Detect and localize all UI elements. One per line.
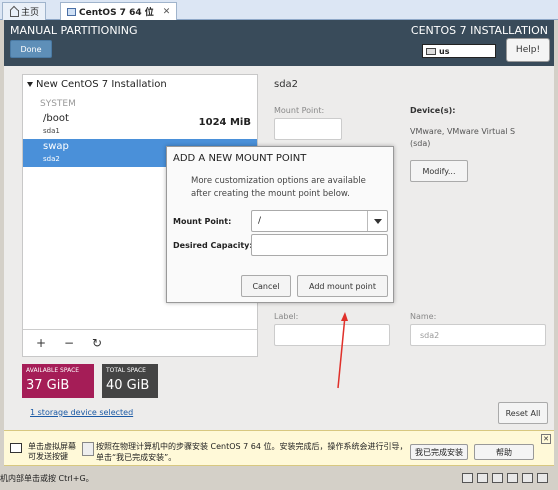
system-section-label: SYSTEM bbox=[40, 99, 76, 109]
done-install-button[interactable]: 我已完成安装 bbox=[410, 444, 468, 460]
page-title: MANUAL PARTITIONING bbox=[10, 24, 138, 37]
devices-text-line-2: (sda) bbox=[410, 139, 431, 148]
home-icon bbox=[9, 7, 19, 17]
close-tab-icon[interactable]: ✕ bbox=[163, 7, 171, 17]
add-mount-point-dialog: ADD A NEW MOUNT POINT More customization… bbox=[166, 146, 394, 303]
hint-left-line-2: 可发送按键 bbox=[28, 452, 68, 461]
mount-point-value: / bbox=[258, 216, 262, 226]
dialog-description: More customization options are available… bbox=[191, 175, 391, 201]
partition-device: sda1 bbox=[43, 127, 60, 135]
mount-point-label: Mount Point: bbox=[274, 106, 325, 115]
add-mount-point-button[interactable]: Add mount point bbox=[297, 275, 388, 297]
dialog-description-line-2: after creating the mount point below. bbox=[191, 189, 350, 199]
cancel-button[interactable]: Cancel bbox=[241, 275, 291, 297]
chevron-down-icon bbox=[373, 218, 382, 224]
add-partition-button[interactable]: + bbox=[29, 333, 53, 353]
vmware-hint-bar: 单击虚拟屏幕 可发送按键 按照在物理计算机中的步骤安装 CentOS 7 64 … bbox=[4, 430, 554, 466]
tab-home[interactable]: 主页 bbox=[2, 2, 47, 20]
selected-partition-title: sda2 bbox=[274, 79, 299, 90]
total-space-value: 40 GiB bbox=[106, 378, 150, 393]
desired-capacity-input[interactable] bbox=[251, 234, 388, 256]
storage-devices-link[interactable]: 1 storage device selected bbox=[30, 408, 133, 417]
help-button[interactable]: Help! bbox=[506, 38, 550, 62]
cd-drive-icon[interactable] bbox=[477, 473, 488, 483]
label-label: Label: bbox=[274, 312, 299, 321]
vm-icon bbox=[67, 7, 76, 16]
partition-row-boot[interactable]: /boot sda1 1024 MiB bbox=[23, 111, 257, 139]
keyboard-layout-indicator[interactable]: us bbox=[422, 44, 496, 58]
hint-left-line-1: 单击虚拟屏幕 bbox=[28, 442, 76, 451]
annotation-arrow bbox=[337, 312, 348, 389]
partition-mount: swap bbox=[43, 141, 69, 152]
display-icon[interactable] bbox=[537, 473, 548, 483]
vm-tab-strip: 主页 CentOS 7 64 位 ✕ bbox=[0, 0, 558, 20]
total-space-label: TOTAL SPACE bbox=[106, 367, 146, 374]
guest-screen[interactable]: MANUAL PARTITIONING Done CENTOS 7 INSTAL… bbox=[4, 20, 554, 430]
hint-left-text: 单击虚拟屏幕 可发送按键 bbox=[28, 442, 76, 462]
installer-header: MANUAL PARTITIONING Done CENTOS 7 INSTAL… bbox=[4, 20, 554, 66]
expand-triangle-icon bbox=[27, 82, 33, 87]
done-button[interactable]: Done bbox=[10, 40, 52, 58]
status-bar: 机内部单击或按 Ctrl+G。 bbox=[0, 467, 558, 490]
devices-text: VMware, VMware Virtual S (sda) bbox=[410, 126, 515, 150]
keyboard-icon bbox=[426, 47, 436, 55]
usb-icon[interactable] bbox=[507, 473, 518, 483]
dialog-description-line-1: More customization options are available bbox=[191, 176, 366, 186]
tab-home-label: 主页 bbox=[21, 8, 40, 18]
mount-point-combo[interactable]: / bbox=[251, 210, 388, 232]
annotation-arrow-head bbox=[341, 312, 348, 321]
name-value: sda2 bbox=[420, 331, 440, 340]
installation-label: New CentOS 7 Installation bbox=[36, 79, 167, 90]
remove-partition-button[interactable]: − bbox=[57, 333, 81, 353]
devices-text-line-1: VMware, VMware Virtual S bbox=[410, 127, 516, 136]
dialog-title: ADD A NEW MOUNT POINT bbox=[173, 153, 307, 164]
refresh-button[interactable]: ↻ bbox=[85, 333, 109, 353]
tab-centos-vm[interactable]: CentOS 7 64 位 ✕ bbox=[60, 2, 178, 20]
network-icon[interactable] bbox=[492, 473, 503, 483]
hint-help-button[interactable]: 帮助 bbox=[474, 444, 534, 460]
close-icon[interactable]: ✕ bbox=[541, 434, 551, 444]
name-label: Name: bbox=[410, 312, 437, 321]
installation-group-header[interactable]: New CentOS 7 Installation bbox=[27, 79, 167, 90]
tab-centos-label: CentOS 7 64 位 bbox=[79, 8, 154, 18]
dropdown-button[interactable] bbox=[367, 211, 387, 231]
status-text: 机内部单击或按 Ctrl+G。 bbox=[0, 474, 94, 483]
installer-title: CENTOS 7 INSTALLATION bbox=[410, 24, 548, 37]
install-disc-icon bbox=[82, 442, 94, 456]
available-space-box: AVAILABLE SPACE 37 GiB bbox=[22, 364, 94, 398]
annotation-arrow-line bbox=[337, 315, 346, 389]
hard-disk-icon[interactable] bbox=[462, 473, 473, 483]
reset-all-button[interactable]: Reset All bbox=[498, 402, 548, 424]
partition-device: sda2 bbox=[43, 155, 60, 163]
hint-message: 按照在物理计算机中的步骤安装 CentOS 7 64 位。安装完成后，操作系统会… bbox=[96, 442, 408, 462]
partition-toolbar: + − ↻ bbox=[23, 329, 257, 356]
available-space-value: 37 GiB bbox=[26, 378, 70, 393]
devices-label: Device(s): bbox=[410, 106, 456, 115]
available-space-label: AVAILABLE SPACE bbox=[26, 367, 80, 374]
total-space-box: TOTAL SPACE 40 GiB bbox=[102, 364, 158, 398]
monitor-icon bbox=[10, 443, 22, 453]
modify-button[interactable]: Modify... bbox=[410, 160, 468, 182]
partition-size: 1024 MiB bbox=[198, 117, 251, 128]
dialog-mount-point-label: Mount Point: bbox=[173, 217, 232, 226]
partition-mount: /boot bbox=[43, 113, 69, 124]
keyboard-layout-label: us bbox=[439, 46, 450, 56]
desired-capacity-label: Desired Capacity: bbox=[173, 241, 253, 250]
sound-icon[interactable] bbox=[522, 473, 533, 483]
mount-point-field[interactable] bbox=[274, 118, 342, 140]
